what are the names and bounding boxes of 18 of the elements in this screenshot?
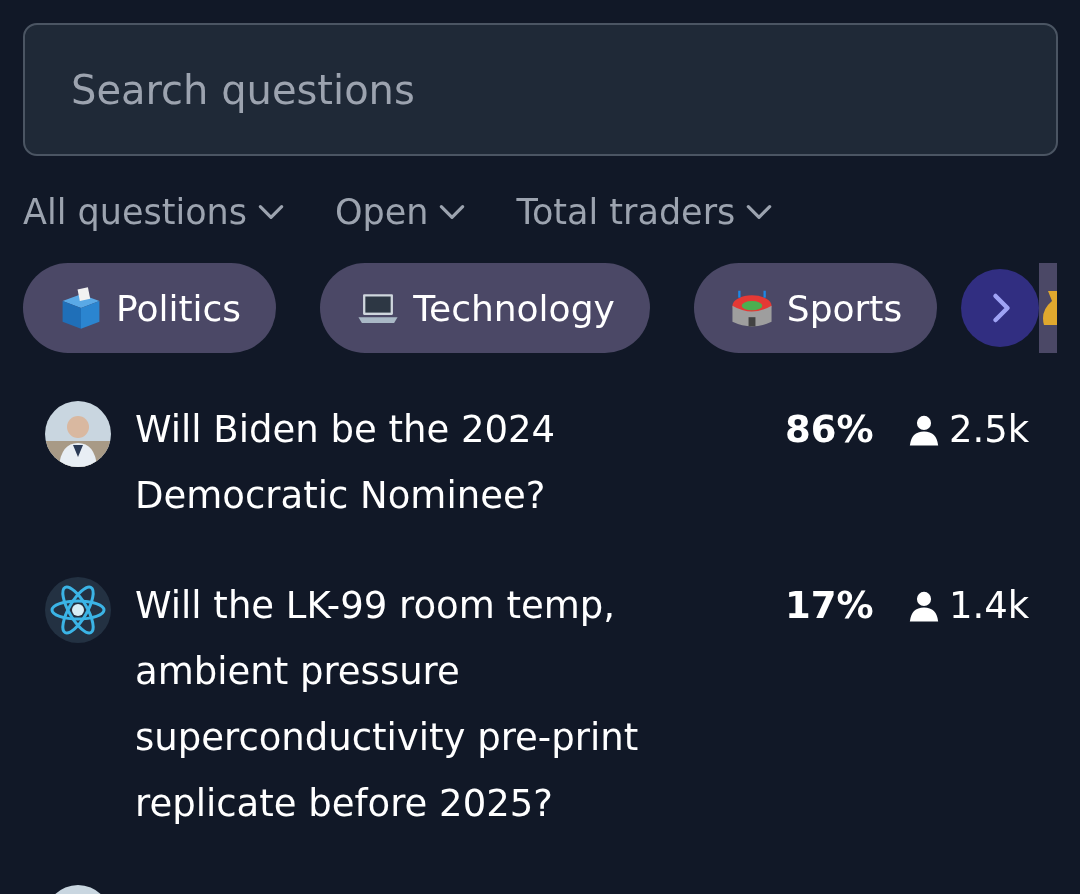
trader-count: 2.5k [949,407,1030,453]
search-field[interactable]: Search questions [23,23,1058,156]
atom-icon [45,577,111,643]
category-chip[interactable] [1039,263,1058,353]
trader-count: 1.4k [949,583,1030,629]
probability: 86% [785,407,875,453]
money-bag-icon [1042,291,1058,325]
category-chip[interactable]: Sports [693,263,938,353]
category-chip[interactable]: Politics [23,263,277,353]
person-icon [907,589,941,623]
category-chip[interactable]: Technology [320,263,650,353]
probability: 17% [785,583,875,629]
question-title[interactable]: Will Biden be the 2024 Democratic Nominee? [135,397,755,529]
person-icon [907,413,941,447]
filter-dropdown[interactable]: Total traders [516,192,776,232]
filter-dropdown[interactable]: All questions [23,192,287,232]
question-title[interactable]: Will the LK-99 room temp, ambient pressure superconductivity pre-print replicate before 2025? [135,573,755,837]
filter-dropdown[interactable]: Open [334,192,469,232]
